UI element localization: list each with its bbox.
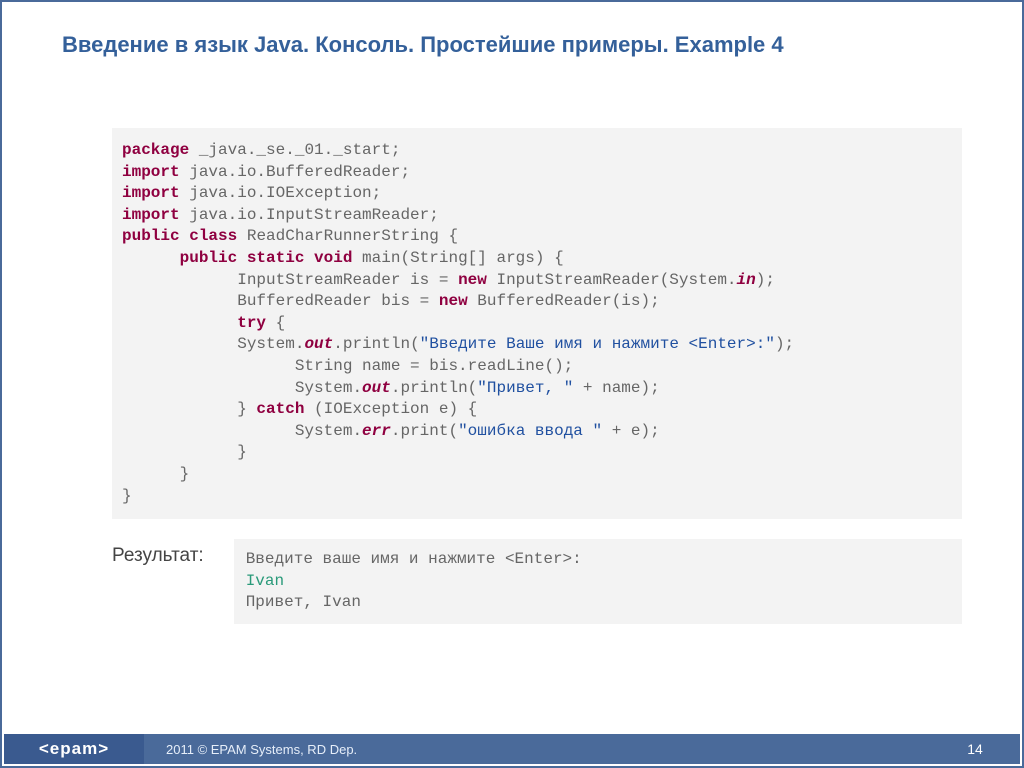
brace-open: { [266,314,285,332]
println: .println( [333,335,419,353]
print: .print( [391,422,458,440]
plus-name: + name); [573,379,659,397]
footer-copyright: 2011 © EPAM Systems, RD Dep. [144,734,930,764]
import-1: java.io.BufferedReader; [180,163,410,181]
sys-out2: System. [122,379,362,397]
brace-close-3: } [122,487,132,505]
line-br-b: BufferedReader(is); [468,292,660,310]
sys-err: System. [122,422,362,440]
pkg-name: _java._se._01._start; [189,141,400,159]
line-isr-a: InputStreamReader is = [122,271,458,289]
footer: <epam> 2011 © EPAM Systems, RD Dep. 14 [4,734,1020,764]
kw-import: import [122,206,180,224]
kw-new: new [458,271,487,289]
kw-import: import [122,184,180,202]
close: ); [775,335,794,353]
result-line-1: Введите ваше имя и нажмите <Enter>: [246,550,582,568]
kw-void: void [314,249,352,267]
result-line-2: Ivan [246,572,284,590]
close: ); [756,271,775,289]
footer-page-number: 14 [930,734,1020,764]
result-line-3: Привет, Ivan [246,593,361,611]
close-try: } [122,400,256,418]
sys-out: System. [122,335,304,353]
fld-err: err [362,422,391,440]
str-err: "ошибка ввода " [458,422,602,440]
kw-try: try [237,314,266,332]
line-isr-b: InputStreamReader(System. [487,271,737,289]
result-output: Введите ваше имя и нажмите <Enter>: Ivan… [234,539,962,624]
str-prompt: "Введите Ваше имя и нажмите <Enter>:" [420,335,775,353]
line-br-a: BufferedReader bis = [122,292,439,310]
fld-in: in [737,271,756,289]
line-readline: String name = bis.readLine(); [122,357,573,375]
kw-class: class [189,227,237,245]
kw-import: import [122,163,180,181]
main-sig: main(String[] args) { [352,249,563,267]
result-label: Результат: [112,539,234,567]
result-row: Результат: Введите ваше имя и нажмите <E… [112,539,962,624]
str-hello: "Привет, " [477,379,573,397]
plus-e: + e); [602,422,660,440]
import-3: java.io.InputStreamReader; [180,206,439,224]
import-2: java.io.IOException; [180,184,382,202]
footer-logo: <epam> [4,734,144,764]
class-decl: ReadCharRunnerString { [237,227,458,245]
kw-public: public [180,249,238,267]
kw-static: static [247,249,305,267]
fld-out: out [304,335,333,353]
println: .println( [391,379,477,397]
kw-new: new [439,292,468,310]
brace-close-2: } [122,465,189,483]
kw-public: public [122,227,180,245]
brace-close-1: } [122,443,247,461]
kw-catch: catch [256,400,304,418]
fld-out: out [362,379,391,397]
catch-sig: (IOException e) { [304,400,477,418]
code-block: package _java._se._01._start; import jav… [112,128,962,519]
kw-package: package [122,141,189,159]
page-title: Введение в язык Java. Консоль. Простейши… [2,2,1022,58]
